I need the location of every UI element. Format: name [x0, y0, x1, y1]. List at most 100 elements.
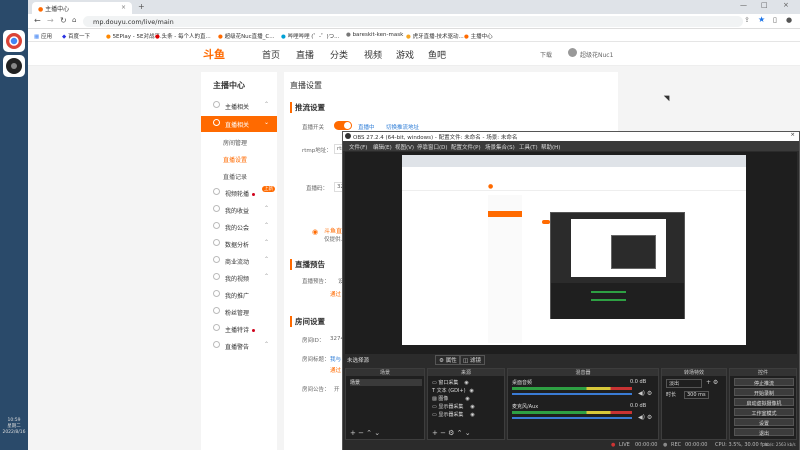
nav-item[interactable]: 游戏 — [396, 48, 414, 61]
bookmark-item[interactable]: bareskit-ken-mask — [353, 32, 404, 38]
source-item[interactable]: T 文本 (GDI+) ◉ — [432, 387, 474, 394]
controls-dock: 控件 停止推流 开始录制 启动虚拟摄像机 工作室模式 设置 退出 — [729, 368, 797, 440]
switch-url-link[interactable]: 切换推流地址 — [386, 123, 419, 131]
douyu-logo[interactable]: 斗鱼 — [203, 46, 225, 62]
username[interactable]: 超级花Nuc1 — [580, 50, 613, 59]
bookmark-item[interactable]: 应用 — [41, 34, 52, 40]
live-status-link[interactable]: 直播中 — [358, 123, 375, 131]
eye-icon: ◉ — [465, 396, 470, 402]
filters-button[interactable]: ◫ 滤镜 — [459, 355, 485, 365]
menu-scenes[interactable]: 场景集合(S) — [485, 143, 515, 151]
maximize-icon[interactable]: □ — [761, 1, 768, 9]
new-tab-icon[interactable]: + — [138, 2, 145, 11]
chrome-taskbar-icon[interactable] — [3, 30, 25, 52]
bookmark-item[interactable]: 头条 - 每个人的直... — [162, 34, 211, 40]
exit-button[interactable]: 退出 — [734, 428, 794, 437]
room-title-link[interactable]: 通过 — [330, 366, 341, 374]
add-transition-icon[interactable]: + ⚙ — [706, 379, 718, 386]
speaker-icon[interactable]: ◀) ⚙ — [638, 414, 652, 421]
room-title-label: 房间标题： — [302, 357, 330, 363]
menu-tools[interactable]: 工具(T) — [519, 143, 538, 151]
sidebar-subitem[interactable]: 直播记录 — [201, 168, 277, 184]
profile-icon[interactable]: ● — [786, 16, 792, 24]
back-icon[interactable]: ← — [34, 16, 41, 25]
sidebar-item[interactable]: 直播警告 ⌃ — [201, 338, 277, 354]
source-controls[interactable]: + − ⚙ ⌃ ⌄ — [432, 429, 471, 437]
forward-icon[interactable]: → — [47, 16, 54, 25]
window-close-icon[interactable]: × — [790, 132, 795, 138]
virtual-camera-button[interactable]: 启动虚拟摄像机 — [734, 398, 794, 407]
duration-field[interactable]: 300 ms — [684, 391, 709, 399]
sidebar-subitem-active[interactable]: 直播设置 — [201, 151, 277, 167]
close-icon[interactable]: × — [121, 4, 126, 11]
bookmark-item[interactable]: 主播中心 — [471, 34, 493, 40]
window-close-icon[interactable]: × — [783, 1, 789, 9]
promo-icon — [213, 290, 220, 297]
menu-view[interactable]: 视图(V) — [395, 143, 414, 151]
bookmarks-bar: ▦ 应用 ◆ 百度一下 ● 5EPlay - 5E对战平... ● 头条 - 每… — [28, 29, 800, 42]
menu-help[interactable]: 帮助(H) — [541, 143, 560, 151]
url-text: mp.douyu.com/live/main — [93, 18, 174, 26]
duration-label: 时长 — [666, 392, 677, 398]
room-title-value: 我与 — [330, 357, 342, 363]
volume-slider[interactable] — [512, 393, 632, 395]
share-icon[interactable]: ⇪ — [744, 16, 750, 24]
bookmark-item[interactable]: 百度一下 — [68, 34, 90, 40]
sidebar-item[interactable]: 商业流动 ⌃ — [201, 253, 277, 269]
sidebar-item[interactable]: 数据分析 ⌃ — [201, 236, 277, 252]
source-item[interactable]: ▭ 显示器采集 ◉ — [432, 403, 475, 410]
avatar[interactable] — [568, 48, 577, 57]
menu-file[interactable]: 文件(F) — [349, 143, 367, 151]
studio-mode-button[interactable]: 工作室模式 — [734, 408, 794, 417]
speaker-icon[interactable]: ◀) ⚙ — [638, 390, 652, 397]
url-bar[interactable]: mp.douyu.com/live/main — [83, 16, 743, 27]
transition-select[interactable]: 淡出 — [666, 379, 702, 388]
tab-active[interactable]: ● 主播中心 × — [32, 2, 132, 14]
sidebar-item[interactable]: 主播相关 ⌃ — [201, 98, 277, 114]
bookmark-star-icon[interactable]: ★ — [758, 15, 765, 24]
menu-dock[interactable]: 停靠窗口(D) — [417, 143, 448, 151]
sidebar-subitem[interactable]: 房间管理 — [201, 134, 277, 150]
properties-button[interactable]: ⚙ 属性 — [435, 355, 461, 365]
sidebar-item[interactable]: 视频轮播 上新 — [201, 185, 277, 201]
sidebar-item[interactable]: 主播特诗 — [201, 321, 277, 337]
income-icon — [213, 205, 220, 212]
scene-item[interactable]: 场景 — [350, 379, 422, 386]
nav-item[interactable]: 直播 — [296, 48, 314, 61]
obs-taskbar-icon[interactable] — [3, 55, 25, 77]
volume-slider[interactable] — [512, 417, 632, 419]
start-recording-button[interactable]: 开始录制 — [734, 388, 794, 397]
nav-item[interactable]: 分类 — [330, 48, 348, 61]
sidebar-item[interactable]: 粉丝管理 — [201, 304, 277, 320]
sidebar-item[interactable]: 我的视频 ⌃ — [201, 270, 277, 286]
bookmark-item[interactable]: 哔哩哔哩 (゜-゜)つ... — [288, 34, 340, 40]
scene-controls[interactable]: + − ⌃ ⌄ — [350, 429, 380, 437]
push-toggle[interactable] — [334, 121, 352, 130]
home-icon[interactable]: ⌂ — [72, 16, 76, 24]
sidebar-item[interactable]: 我的公会 ⌃ — [201, 219, 277, 235]
nav-item[interactable]: 首页 — [262, 48, 280, 61]
sidebar-item[interactable]: 我的收益 ⌃ — [201, 202, 277, 218]
cpu-stat: CPU: 3.5%, 30.00 fps — [715, 442, 768, 448]
obs-preview[interactable]: ● — [345, 152, 797, 358]
reload-icon[interactable]: ↻ — [60, 16, 67, 25]
source-item[interactable]: ▭ 窗口采集 ◉ — [432, 379, 469, 386]
menu-profile[interactable]: 配置文件(P) — [451, 143, 481, 151]
settings-button[interactable]: 设置 — [734, 418, 794, 427]
minimize-icon[interactable]: — — [740, 1, 747, 9]
bookmark-item[interactable]: 超级花Nuc直播_C... — [225, 34, 275, 40]
source-item[interactable]: ▨ 图像 ◉ — [432, 395, 470, 402]
notice-link[interactable]: 通过 — [330, 290, 341, 298]
sidepanel-icon[interactable]: ▯ — [773, 16, 777, 24]
menu-edit[interactable]: 编辑(E) — [373, 143, 392, 151]
eye-icon: ◉ — [464, 380, 469, 386]
sidebar-item[interactable]: 我的推广 — [201, 287, 277, 303]
source-item[interactable]: ▭ 显示器采集 ◉ — [432, 411, 475, 418]
stop-streaming-button[interactable]: 停止推流 — [734, 378, 794, 387]
download-link[interactable]: 下载 — [540, 50, 552, 59]
nav-item[interactable]: 视频 — [364, 48, 382, 61]
nav-item[interactable]: 鱼吧 — [428, 48, 446, 61]
bookmark-item[interactable]: 虎牙直播-技术驱动... — [413, 34, 464, 40]
sidebar-item-active[interactable]: 直播相关 ⌄ — [201, 116, 277, 132]
push-switch-label: 直播开关 — [302, 125, 325, 131]
